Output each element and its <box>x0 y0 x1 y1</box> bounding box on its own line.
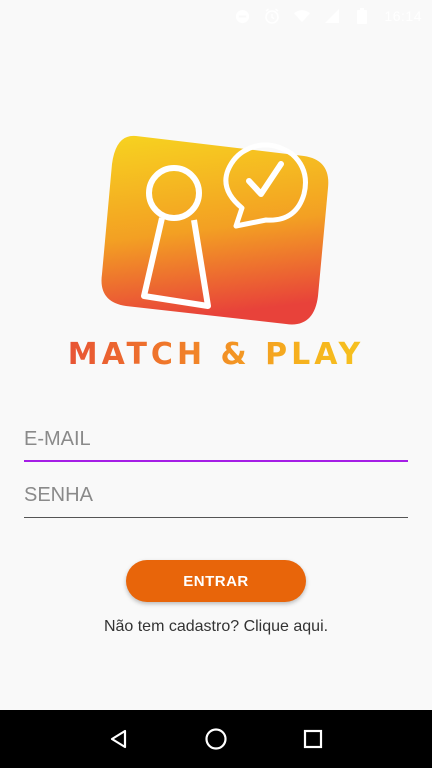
home-icon[interactable] <box>196 719 236 759</box>
battery-icon <box>354 8 370 24</box>
app-name: MATCH & PLAY <box>0 334 432 374</box>
back-icon[interactable] <box>99 719 139 759</box>
email-input[interactable] <box>24 420 408 462</box>
enter-button[interactable]: ENTRAR <box>126 560 306 602</box>
app-logo <box>96 128 336 333</box>
status-bar: 16:14 <box>0 0 432 32</box>
email-field[interactable] <box>24 420 408 462</box>
wifi-icon <box>294 8 311 24</box>
signup-link[interactable]: Não tem cadastro? Clique aqui. <box>0 618 432 636</box>
recents-icon[interactable] <box>293 719 333 759</box>
password-field[interactable] <box>24 476 408 518</box>
navigation-bar <box>0 710 432 768</box>
password-input[interactable] <box>24 476 408 518</box>
pawn-chat-check-icon <box>101 135 329 325</box>
password-underline <box>24 517 408 518</box>
email-underline <box>24 460 408 462</box>
do-not-disturb-icon <box>234 8 250 24</box>
alarm-icon <box>264 8 280 24</box>
status-time: 16:14 <box>384 8 422 24</box>
signal-icon <box>324 8 340 24</box>
